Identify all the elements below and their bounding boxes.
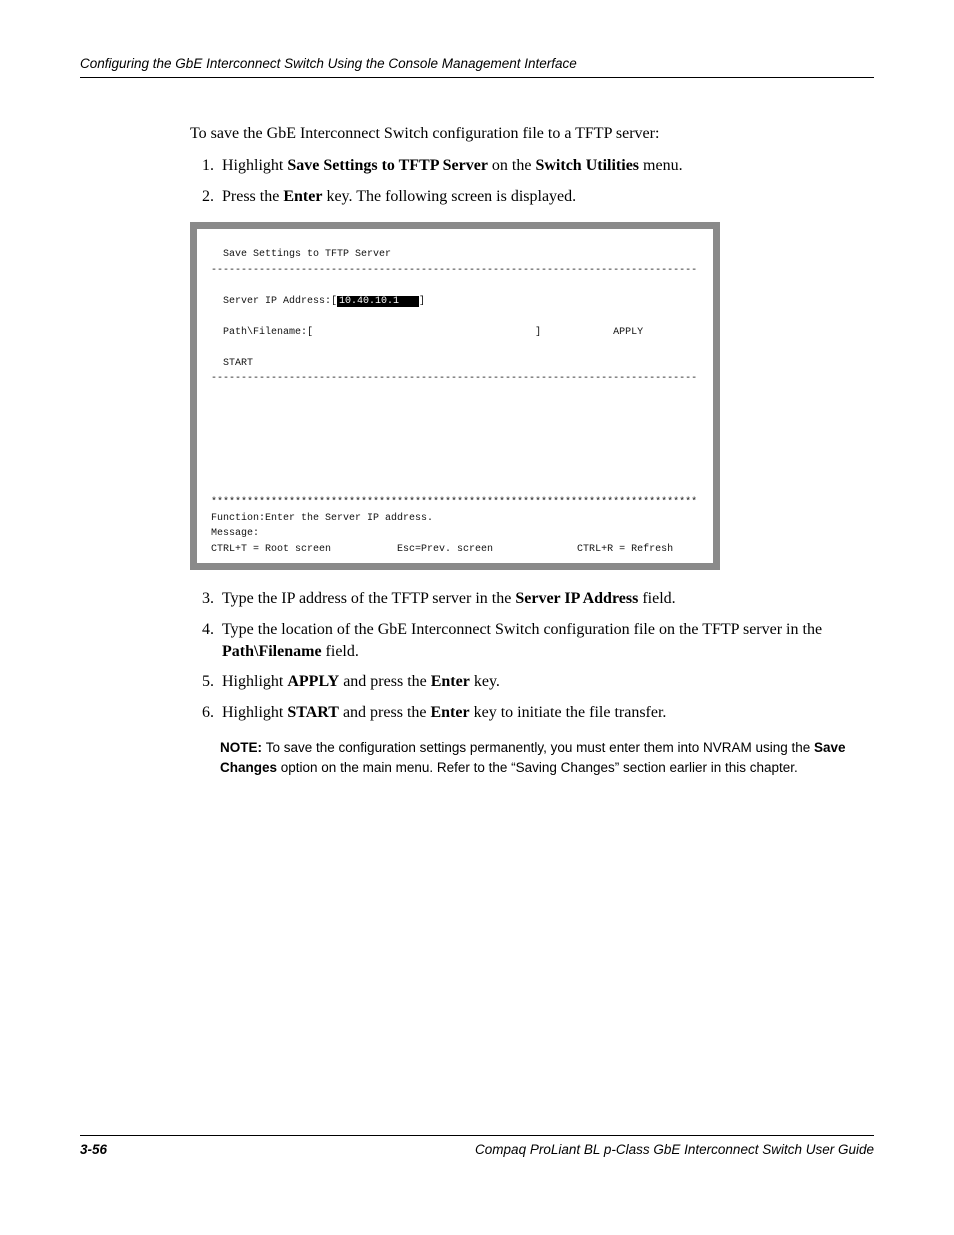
text: Highlight [222,157,287,174]
text: Highlight [222,704,287,721]
text: and press the [339,704,431,721]
note-pre: To save the configuration settings perma… [266,740,814,755]
steps-list-1: Highlight Save Settings to TFTP Server o… [190,155,854,208]
bold-text: Path\Filename [222,643,322,660]
divider: ----------------------------------------… [211,265,697,276]
bold-text: Enter [430,704,469,721]
intro-paragraph: To save the GbE Interconnect Switch conf… [190,123,854,145]
help-line: CTRL+T = Root screen Esc=Prev. screen CT… [211,544,673,555]
ip-value: 10.40.10.1 [337,296,419,307]
message-line: Message: [211,528,259,539]
path-close: ] [535,327,541,338]
text: Highlight [222,673,287,690]
step-2: Press the Enter key. The following scree… [218,186,854,208]
bold-text: Save Settings to TFTP Server [287,157,488,174]
text: key. The following screen is displayed. [322,188,576,205]
running-header: Configuring the GbE Interconnect Switch … [80,55,874,78]
text: field. [322,643,359,660]
body-content: To save the GbE Interconnect Switch conf… [190,123,854,777]
document-page: Configuring the GbE Interconnect Switch … [0,0,954,1235]
function-line: Function:Enter the Server IP address. [211,513,433,524]
console-screenshot: Save Settings to TFTP Server -----------… [190,222,720,570]
path-label: Path\Filename:[ [211,327,313,338]
note-label: NOTE: [220,740,266,755]
step-6: Highlight START and press the Enter key … [218,702,854,724]
text: Type the IP address of the TFTP server i… [222,590,515,607]
bold-text: Server IP Address [515,590,638,607]
text: key to initiate the file transfer. [470,704,667,721]
text: field. [638,590,675,607]
page-footer: 3-56 Compaq ProLiant BL p-Class GbE Inte… [80,1135,874,1157]
step-5: Highlight APPLY and press the Enter key. [218,671,854,693]
note-post: option on the main menu. Refer to the “S… [277,760,798,775]
bold-text: Enter [431,673,470,690]
note-block: NOTE: To save the configuration settings… [220,738,854,777]
step-4: Type the location of the GbE Interconnec… [218,619,854,664]
divider: ----------------------------------------… [211,373,697,384]
ip-close: ] [419,296,425,307]
bold-text: Switch Utilities [535,157,639,174]
text: on the [488,157,536,174]
screen-title: Save Settings to TFTP Server [211,249,391,260]
step-1: Highlight Save Settings to TFTP Server o… [218,155,854,177]
text: and press the [339,673,431,690]
text: Press the [222,188,283,205]
header-title: Configuring the GbE Interconnect Switch … [80,56,577,71]
text: Type the location of the GbE Interconnec… [222,621,822,638]
page-number: 3-56 [80,1142,107,1157]
ip-label: Server IP Address:[ [211,296,337,307]
divider: ****************************************… [211,497,697,508]
steps-list-2: Type the IP address of the TFTP server i… [190,588,854,724]
apply-option: APPLY [613,327,643,338]
bold-text: START [287,704,339,721]
bold-text: APPLY [287,673,339,690]
guide-title: Compaq ProLiant BL p-Class GbE Interconn… [475,1142,874,1157]
step-3: Type the IP address of the TFTP server i… [218,588,854,610]
text: key. [470,673,500,690]
bold-text: Enter [283,188,322,205]
text: menu. [639,157,683,174]
start-option: START [211,358,253,369]
